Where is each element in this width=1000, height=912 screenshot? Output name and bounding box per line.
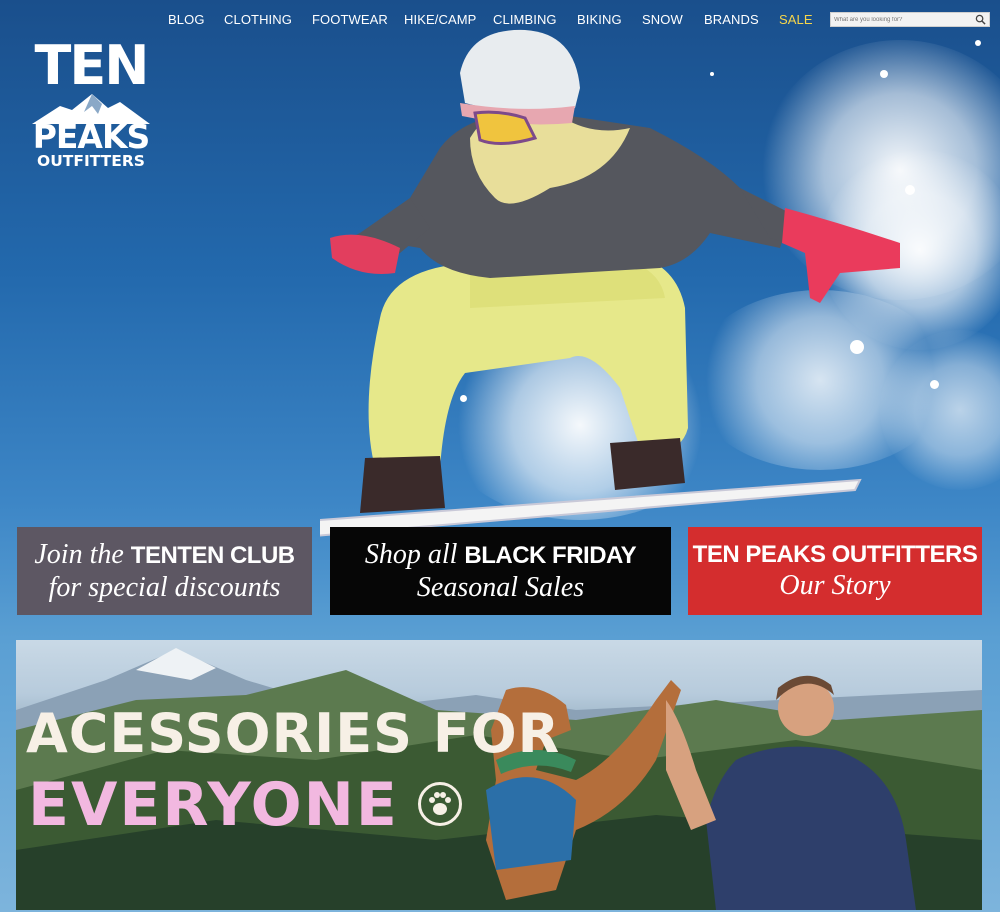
club-line1-bold: TENTEN CLUB (130, 541, 295, 569)
story-line2: Our Story (779, 570, 891, 601)
snowboarder-illustration (320, 29, 900, 537)
nav-clothing[interactable]: CLOTHING (224, 12, 292, 27)
banner-title-line2: EVERYONE (28, 770, 399, 840)
black-friday-promo[interactable]: Shop all BLACK FRIDAY Seasonal Sales (330, 527, 671, 615)
paw-icon (418, 782, 462, 826)
nav-brands[interactable]: BRANDS (704, 12, 759, 27)
nav-climbing[interactable]: CLIMBING (493, 12, 557, 27)
club-line1-italic: Join the (34, 538, 131, 570)
logo-line-peaks: PEAKS (32, 117, 151, 156)
bf-line2: Seasonal Sales (416, 571, 585, 603)
nav-biking[interactable]: BIKING (577, 12, 622, 27)
tenten-club-promo[interactable]: Join the TENTEN CLUB for special discoun… (17, 527, 312, 615)
our-story-promo[interactable]: TEN PEAKS OUTFITTERS Our Story (688, 527, 982, 615)
site-logo[interactable]: TEN PEAKS OUTFITTERS (30, 34, 152, 200)
story-line1: TEN PEAKS OUTFITTERS (692, 541, 978, 568)
nav-blog[interactable]: BLOG (168, 12, 205, 27)
nav-snow[interactable]: SNOW (642, 12, 683, 27)
logo-line-ten: TEN (34, 34, 150, 97)
nav-footwear[interactable]: FOOTWEAR (312, 12, 388, 27)
bf-line1-italic: Shop all (364, 538, 465, 570)
logo-line-outfitters: OUTFITTERS (37, 152, 145, 170)
accessories-banner[interactable]: ACESSORIES FOR EVERYONE (16, 640, 982, 910)
mountain-icon (32, 94, 150, 124)
search-input[interactable] (831, 13, 971, 26)
nav-hike-camp[interactable]: HIKE/CAMP (404, 12, 476, 27)
bf-line1-bold: BLACK FRIDAY (464, 541, 637, 569)
search-box (830, 12, 990, 27)
nav-sale[interactable]: SALE (779, 12, 813, 27)
banner-title-line1: ACESSORIES FOR (26, 702, 561, 765)
search-icon[interactable] (975, 14, 986, 25)
club-line2: for special discounts (48, 571, 281, 603)
